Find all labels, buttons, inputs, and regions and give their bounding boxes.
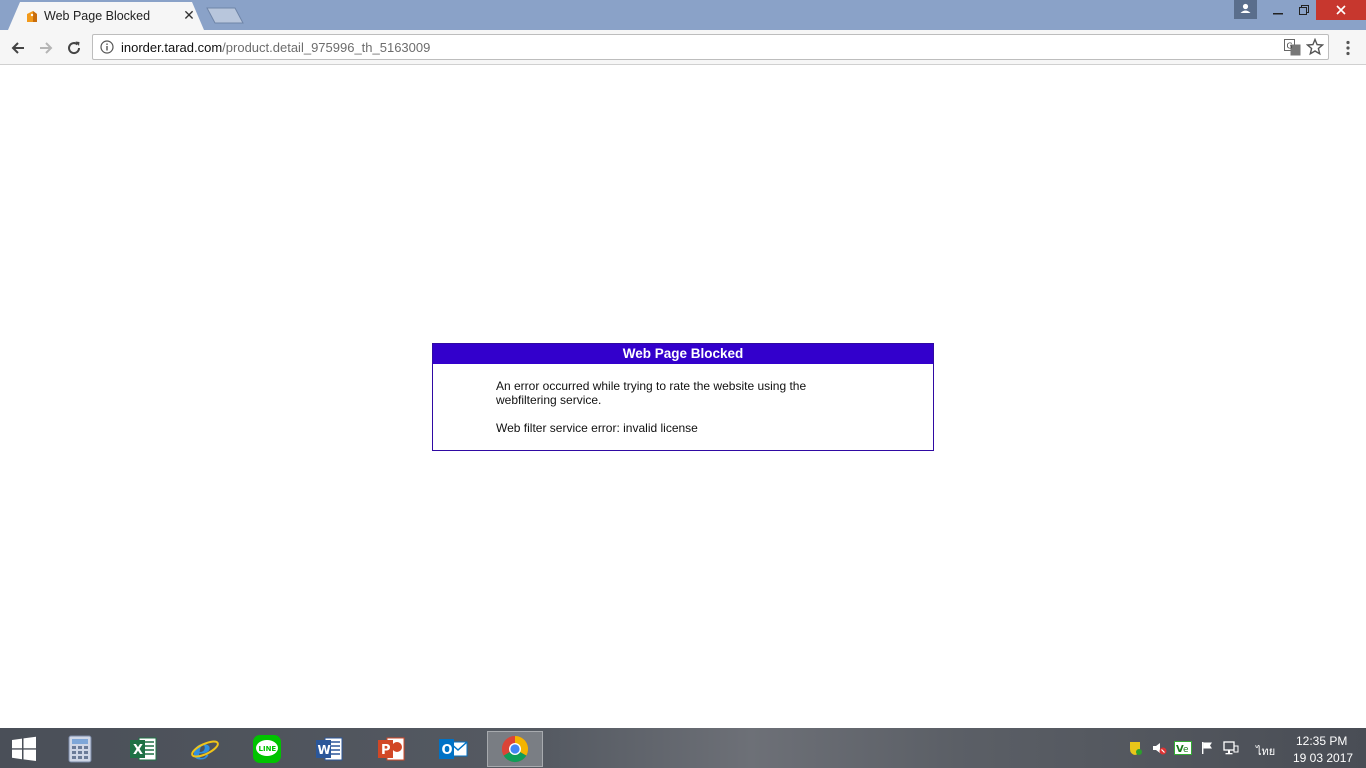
reload-button[interactable]	[63, 37, 85, 59]
svg-text:e: e	[1183, 745, 1189, 755]
calculator-icon	[68, 735, 92, 763]
taskbar-excel[interactable]: X	[115, 731, 171, 767]
person-icon	[1240, 3, 1251, 13]
url-text[interactable]: inorder.tarad.com/product.detail_975996_…	[121, 40, 430, 55]
clock-time[interactable]: 12:35 PM	[1296, 734, 1347, 748]
outlook-icon: O	[439, 739, 468, 759]
close-window-button[interactable]	[1316, 0, 1366, 20]
taskbar-outlook[interactable]: O	[425, 731, 481, 767]
browser-title-bar: Web Page Blocked ✕	[0, 0, 1366, 30]
svg-text:X: X	[133, 743, 143, 758]
minimize-icon	[1273, 13, 1283, 15]
svg-text:O: O	[442, 743, 453, 758]
forward-button[interactable]	[35, 37, 57, 59]
close-icon	[1336, 5, 1346, 15]
line-icon: LINE	[253, 735, 281, 763]
start-icon	[12, 736, 36, 761]
new-tab-button[interactable]	[206, 7, 244, 24]
clock-date[interactable]: 19 03 2017	[1293, 751, 1353, 765]
favicon-icon	[24, 9, 40, 25]
blocked-error: Web filter service error: invalid licens…	[496, 421, 698, 435]
svg-text:P: P	[381, 743, 391, 758]
back-arrow-icon	[11, 42, 24, 54]
browser-toolbar: inorder.tarad.com/product.detail_975996_…	[0, 30, 1366, 65]
chrome-icon	[501, 735, 529, 763]
blocked-title: Web Page Blocked	[433, 344, 933, 364]
restore-button[interactable]	[1291, 0, 1317, 20]
svg-text:G: G	[1287, 42, 1293, 51]
taskbar-calculator[interactable]	[52, 731, 108, 767]
address-bar[interactable]: inorder.tarad.com/product.detail_975996_…	[92, 34, 1329, 60]
svg-text:W: W	[318, 743, 331, 757]
bookmark-star-icon[interactable]	[1305, 37, 1325, 56]
word-icon: W	[316, 737, 343, 761]
info-icon[interactable]	[100, 40, 114, 54]
action-center-flag-icon[interactable]	[1199, 740, 1215, 756]
url-host: inorder.tarad.com	[121, 40, 223, 55]
network-icon[interactable]	[1223, 740, 1239, 756]
kebab-menu-icon	[1346, 40, 1350, 56]
profile-button[interactable]	[1234, 0, 1257, 19]
input-language[interactable]: ไทย	[1256, 742, 1275, 760]
security-shield-icon[interactable]	[1127, 740, 1143, 756]
taskbar-line[interactable]: LINE	[239, 731, 295, 767]
menu-button[interactable]	[1338, 37, 1358, 59]
reload-icon	[68, 41, 81, 55]
tab-close-icon[interactable]: ✕	[182, 8, 196, 22]
internet-explorer-icon: e	[191, 734, 219, 764]
back-button[interactable]	[7, 37, 29, 59]
volume-muted-icon[interactable]	[1151, 740, 1167, 756]
taskbar: X e LINE W P O V e ไทย 12:35 PM 19 03 20…	[0, 728, 1366, 768]
blocked-message: An error occurred while trying to rate t…	[496, 379, 807, 407]
forward-arrow-icon	[40, 42, 53, 54]
taskbar-chrome[interactable]	[487, 731, 543, 767]
browser-tab[interactable]: Web Page Blocked ✕	[8, 2, 204, 30]
taskbar-powerpoint[interactable]: P	[363, 731, 419, 767]
url-path: /product.detail_975996_th_5163009	[222, 40, 431, 55]
powerpoint-icon: P	[378, 737, 405, 761]
new-tab-icon	[206, 7, 244, 24]
translate-icon[interactable]: G	[1284, 39, 1301, 56]
tab-title: Web Page Blocked	[44, 9, 151, 23]
minimize-button[interactable]	[1265, 0, 1291, 20]
vpn-icon[interactable]: Ve	[1174, 740, 1192, 756]
taskbar-internet-explorer[interactable]: e	[177, 731, 233, 767]
blocked-notice-box: Web Page Blocked An error occurred while…	[432, 343, 934, 451]
excel-icon: X	[130, 737, 157, 761]
restore-icon	[1299, 5, 1309, 15]
taskbar-word[interactable]: W	[301, 731, 357, 767]
start-button[interactable]	[0, 731, 48, 767]
svg-text:LINE: LINE	[259, 745, 277, 753]
